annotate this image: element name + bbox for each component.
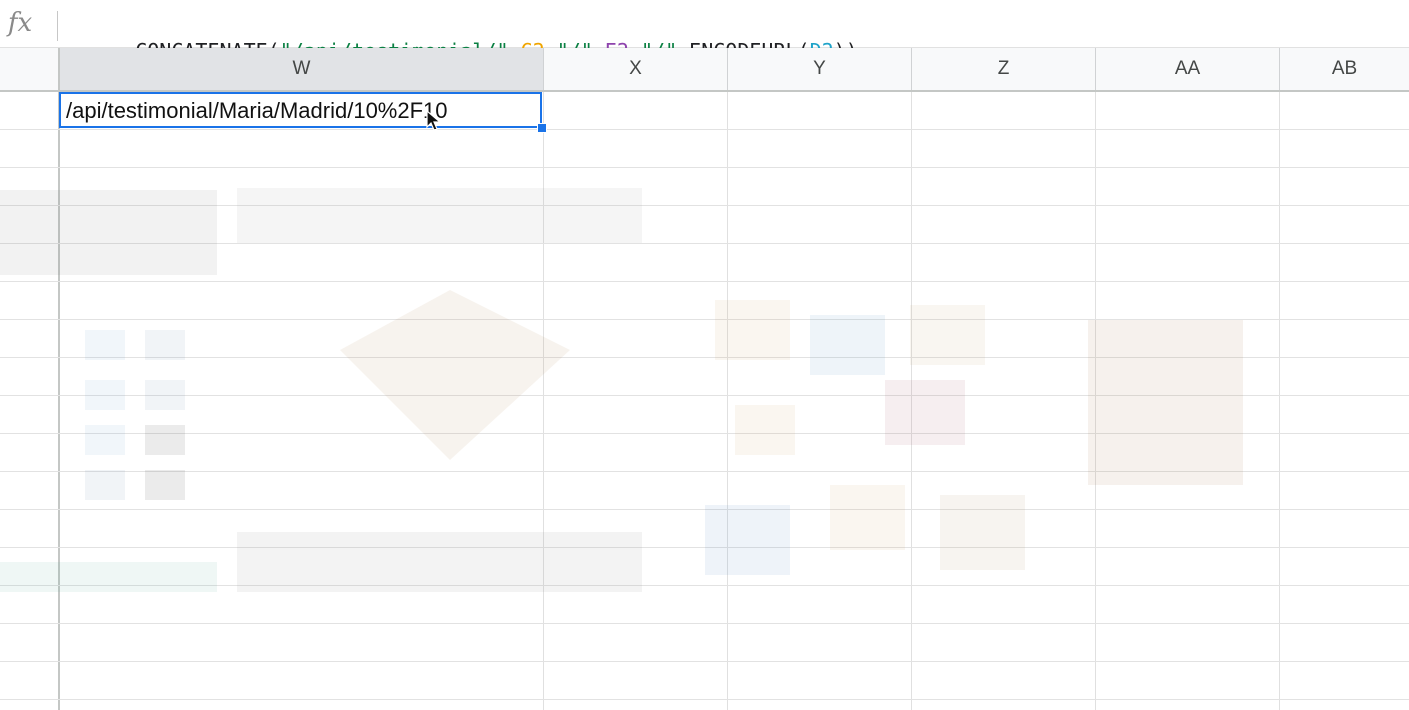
column-divider xyxy=(727,92,728,710)
row-divider xyxy=(0,547,1409,548)
row-divider xyxy=(0,167,1409,168)
row-divider xyxy=(0,395,1409,396)
row-divider xyxy=(0,281,1409,282)
row-divider xyxy=(0,661,1409,662)
column-header-w[interactable]: W xyxy=(60,48,544,90)
row-divider xyxy=(0,433,1409,434)
row-divider xyxy=(0,699,1409,700)
column-divider xyxy=(1279,92,1280,710)
row-divider xyxy=(0,319,1409,320)
row-divider xyxy=(0,129,1409,130)
column-header-z[interactable]: Z xyxy=(912,48,1096,90)
fx-icon: fx xyxy=(7,8,33,38)
row-divider xyxy=(0,623,1409,624)
mouse-pointer-icon xyxy=(426,110,442,131)
active-cell-w2[interactable]: /api/testimonial/Maria/Madrid/10%2F10 xyxy=(59,92,542,128)
select-all-corner[interactable] xyxy=(0,48,60,90)
row-divider xyxy=(0,509,1409,510)
column-header-y[interactable]: Y xyxy=(728,48,912,90)
column-divider xyxy=(911,92,912,710)
cell-grid[interactable] xyxy=(0,92,1409,710)
column-divider xyxy=(1095,92,1096,710)
column-divider xyxy=(543,92,544,710)
column-header-row: W X Y Z AA AB xyxy=(0,48,1409,92)
row-divider xyxy=(0,585,1409,586)
row-header-divider xyxy=(58,92,60,710)
row-divider xyxy=(0,471,1409,472)
row-divider xyxy=(0,357,1409,358)
column-header-ab[interactable]: AB xyxy=(1280,48,1409,90)
column-header-x[interactable]: X xyxy=(544,48,728,90)
formula-bar: fx =CONCATENATE("/api/testimonial/",C2,"… xyxy=(0,0,1409,63)
column-header-aa[interactable]: AA xyxy=(1096,48,1280,90)
fill-handle[interactable] xyxy=(537,123,547,133)
row-divider xyxy=(0,205,1409,206)
row-divider xyxy=(0,243,1409,244)
formula-bar-divider xyxy=(57,11,58,41)
